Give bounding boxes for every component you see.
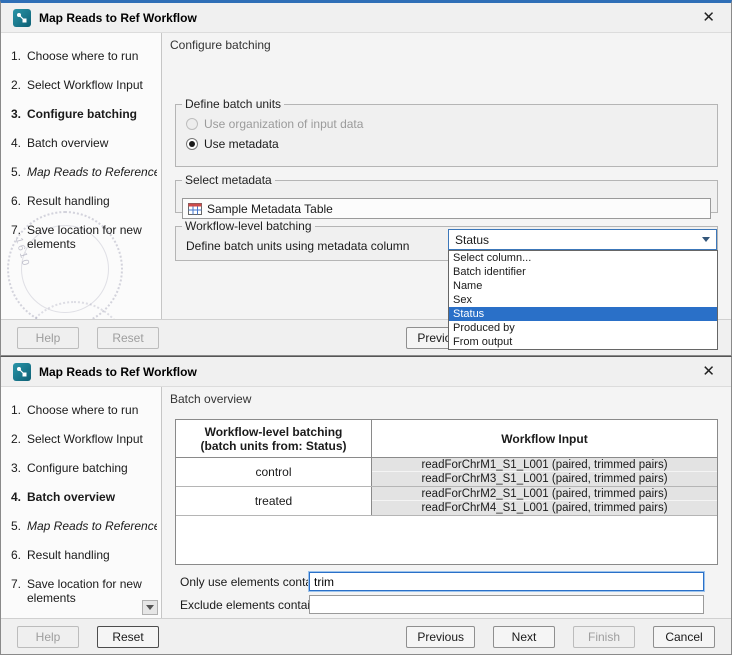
step-choose-where-to-run: 1.Choose where to run <box>11 49 161 63</box>
titlebar: Map Reads to Ref Workflow ✕ <box>1 357 731 387</box>
workflow-level-batching-legend: Workflow-level batching <box>182 219 315 233</box>
help-button[interactable]: Help <box>17 626 79 648</box>
finish-button[interactable]: Finish <box>573 626 635 648</box>
configure-batching-panel: Configure batching Define batch units Us… <box>162 33 731 319</box>
help-button[interactable]: Help <box>17 327 79 349</box>
close-icon[interactable]: ✕ <box>698 362 719 381</box>
table-row-treated: treated readForChrM2_S1_L001 (paired, tr… <box>176 487 717 516</box>
exclude-elements-input[interactable] <box>309 595 704 614</box>
step-choose-where-to-run: 1.Choose where to run <box>11 403 161 417</box>
step-configure-batching: 3.Configure batching <box>11 107 161 121</box>
workflow-app-icon <box>13 9 31 27</box>
table-row-control: control readForChrM1_S1_L001 (paired, tr… <box>176 458 717 487</box>
define-batch-units-legend: Define batch units <box>182 97 284 111</box>
screen: Map Reads to Ref Workflow ✕ 1610 1.Choos… <box>0 0 732 655</box>
column-header-workflow-input: Workflow Input <box>372 420 717 457</box>
batch-name: control <box>176 458 372 486</box>
batch-overview-table: Workflow-level batching (batch units fro… <box>175 419 718 565</box>
radio-use-metadata[interactable]: Use metadata <box>186 137 717 151</box>
only-use-elements-input[interactable] <box>309 572 704 591</box>
step-select-workflow-input: 2.Select Workflow Input <box>11 432 161 446</box>
wizard-steps-sidebar: 1610 1.Choose where to run 2.Select Work… <box>1 33 162 319</box>
cancel-button[interactable]: Cancel <box>653 626 715 648</box>
define-batch-units-group: Define batch units Use organization of i… <box>175 97 718 167</box>
combobox-selected-value: Status <box>455 233 489 247</box>
select-metadata-legend: Select metadata <box>182 173 275 187</box>
chevron-down-icon <box>702 237 710 242</box>
window-title: Map Reads to Ref Workflow <box>39 11 197 25</box>
dropdown-option-status[interactable]: Status <box>449 307 717 321</box>
sidebar-scroll-down-icon[interactable] <box>142 600 158 615</box>
dropdown-option-from-output[interactable]: From output <box>449 335 717 349</box>
step-result-handling: 6.Result handling <box>11 548 161 562</box>
radio-icon[interactable] <box>186 138 198 150</box>
metadata-column-combobox[interactable]: Status <box>448 229 717 250</box>
titlebar: Map Reads to Ref Workflow ✕ <box>1 3 731 33</box>
step-map-reads-to-reference: 5.Map Reads to Reference <box>11 165 161 179</box>
dialog-configure-batching: Map Reads to Ref Workflow ✕ 1610 1.Choos… <box>0 0 732 356</box>
next-button[interactable]: Next <box>493 626 555 648</box>
workflow-input-item: readForChrM4_S1_L001 (paired, trimmed pa… <box>372 501 717 515</box>
workflow-input-item: readForChrM2_S1_L001 (paired, trimmed pa… <box>372 487 717 501</box>
reset-button[interactable]: Reset <box>97 626 159 648</box>
step-select-workflow-input: 2.Select Workflow Input <box>11 78 161 92</box>
dropdown-option-produced-by[interactable]: Produced by <box>449 321 717 335</box>
radio-use-input-organization[interactable]: Use organization of input data <box>186 117 717 131</box>
step-batch-overview: 4.Batch overview <box>11 136 161 150</box>
wizard-steps-sidebar: 1.Choose where to run 2.Select Workflow … <box>1 387 162 618</box>
dialog-batch-overview: Map Reads to Ref Workflow ✕ 1.Choose whe… <box>0 356 732 655</box>
step-save-location: 7.Save location for new elements <box>11 223 161 251</box>
button-bar: Help Reset Previous Next Finish Cancel <box>1 618 731 654</box>
metadata-column-dropdown-list: Select column... Batch identifier Name S… <box>448 250 718 350</box>
step-save-location: 7.Save location for new elements <box>11 577 161 605</box>
panel-title: Configure batching <box>170 38 271 52</box>
dropdown-option-sex[interactable]: Sex <box>449 293 717 307</box>
batch-overview-panel: Batch overview Workflow-level batching (… <box>162 387 731 618</box>
step-batch-overview: 4.Batch overview <box>11 490 161 504</box>
step-map-reads-to-reference: 5.Map Reads to Reference <box>11 519 161 533</box>
metadata-table-field[interactable]: Sample Metadata Table <box>182 198 711 219</box>
batch-name: treated <box>176 487 372 515</box>
workflow-input-item: readForChrM1_S1_L001 (paired, trimmed pa… <box>372 458 717 472</box>
panel-title: Batch overview <box>170 392 251 406</box>
dropdown-option-batch-identifier[interactable]: Batch identifier <box>449 265 717 279</box>
reset-button[interactable]: Reset <box>97 327 159 349</box>
step-result-handling: 6.Result handling <box>11 194 161 208</box>
metadata-table-name: Sample Metadata Table <box>207 202 333 216</box>
table-header-row: Workflow-level batching (batch units fro… <box>176 420 717 458</box>
close-icon[interactable]: ✕ <box>698 8 719 27</box>
column-header-batching: Workflow-level batching (batch units fro… <box>176 420 372 457</box>
dropdown-option-name[interactable]: Name <box>449 279 717 293</box>
dropdown-option-select-column[interactable]: Select column... <box>449 251 717 265</box>
radio-icon[interactable] <box>186 118 198 130</box>
workflow-input-item: readForChrM3_S1_L001 (paired, trimmed pa… <box>372 472 717 486</box>
workflow-app-icon <box>13 363 31 381</box>
step-configure-batching: 3.Configure batching <box>11 461 161 475</box>
window-title: Map Reads to Ref Workflow <box>39 365 197 379</box>
metadata-table-icon <box>188 203 202 215</box>
previous-button[interactable]: Previous <box>406 626 475 648</box>
select-metadata-group: Select metadata Sample Metadata Table <box>175 173 718 213</box>
